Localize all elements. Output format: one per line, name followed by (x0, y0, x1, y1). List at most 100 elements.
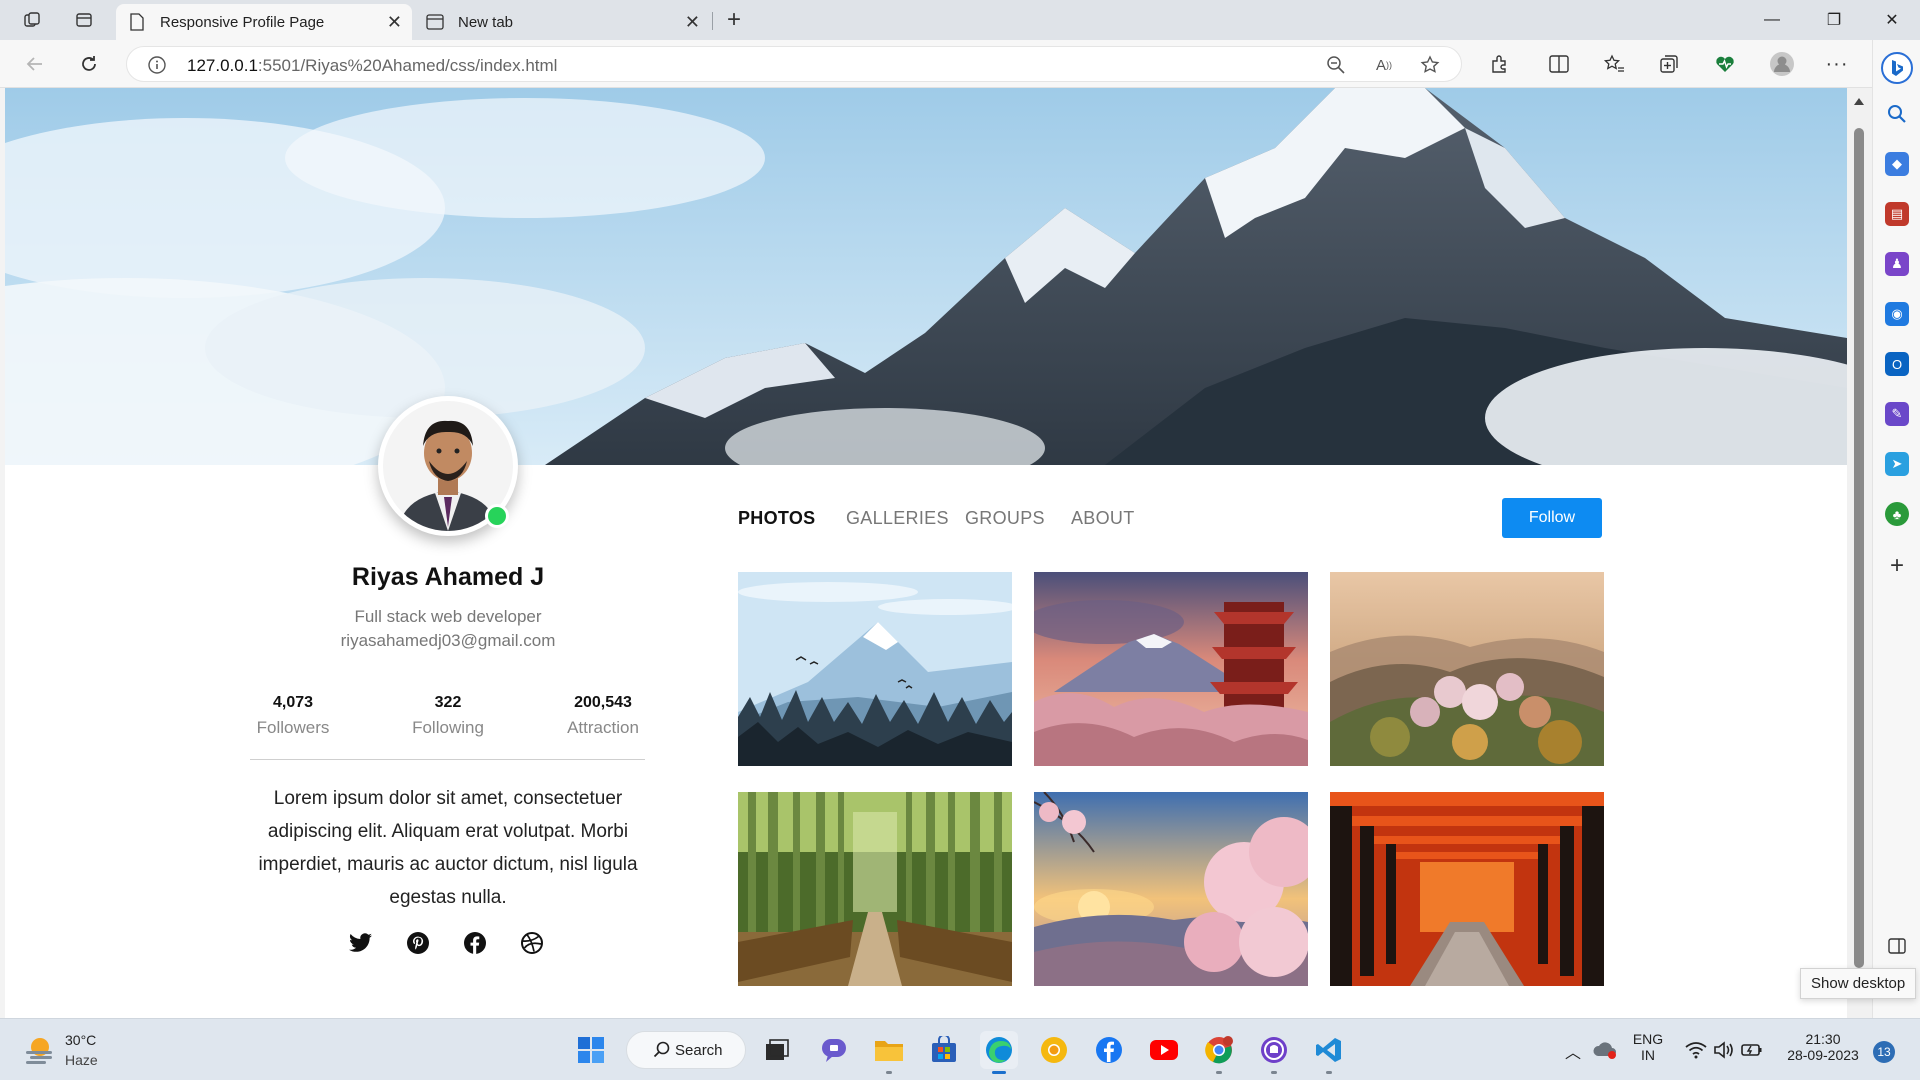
stat-attraction[interactable]: 200,543 Attraction (533, 694, 673, 738)
split-screen-icon[interactable] (1542, 48, 1576, 80)
scroll-up-arrow-icon[interactable] (1854, 98, 1864, 105)
gallery-photo-torii-tunnel[interactable] (1330, 792, 1604, 986)
weather-description[interactable]: Haze (65, 1052, 98, 1068)
gallery-photo-snowy-mountain[interactable] (738, 572, 1012, 766)
pinterest-icon[interactable] (403, 928, 433, 958)
chrome-icon[interactable] (1200, 1031, 1238, 1069)
tab-galleries[interactable]: GALLERIES (846, 508, 949, 529)
page-icon (128, 13, 146, 31)
follow-button[interactable]: Follow (1502, 498, 1602, 538)
tab-responsive-profile[interactable]: Responsive Profile Page ✕ (116, 4, 412, 40)
site-info-icon[interactable] (147, 55, 167, 75)
scroll-thumb[interactable] (1854, 128, 1864, 968)
weather-haze-icon[interactable] (22, 1033, 56, 1067)
back-arrow-icon[interactable] (18, 48, 52, 80)
show-desktop-tooltip: Show desktop (1800, 968, 1917, 999)
running-indicator (1271, 1071, 1277, 1074)
url-text[interactable]: 127.0.0.1:5501/Riyas%20Ahamed/css/index.… (187, 56, 557, 76)
microsoft-store-icon[interactable] (925, 1031, 963, 1069)
clock[interactable]: 21:30 28-09-2023 (1778, 1031, 1868, 1063)
add-sidebar-app-icon[interactable]: + (1885, 552, 1909, 579)
games-icon[interactable]: ♟ (1885, 252, 1909, 276)
github-desktop-icon[interactable] (1255, 1031, 1293, 1069)
language-code: ENG (1632, 1031, 1664, 1047)
gallery-photo-pagoda-fuji[interactable] (1034, 572, 1308, 766)
twitter-icon[interactable] (346, 928, 376, 958)
youtube-icon[interactable] (1145, 1031, 1183, 1069)
tools-icon[interactable]: ▤ (1885, 202, 1909, 226)
search-icon[interactable] (1885, 102, 1909, 126)
online-status-dot (485, 504, 509, 528)
stats-divider (250, 759, 645, 760)
new-tab-page-icon (426, 13, 444, 31)
shopping-tag-icon[interactable]: ◆ (1885, 152, 1909, 176)
gallery-photo-bamboo-path[interactable] (738, 792, 1012, 986)
notification-count-badge[interactable]: 13 (1873, 1041, 1895, 1063)
tab-about[interactable]: ABOUT (1071, 508, 1135, 529)
zoom-out-icon[interactable] (1323, 53, 1349, 77)
stat-label: Following (412, 718, 484, 737)
favorites-icon[interactable] (1597, 48, 1631, 80)
stat-value: 4,073 (272, 694, 314, 711)
hide-sidebar-icon[interactable] (1885, 934, 1909, 958)
edge-sidebar: ◆ ▤ ♟ ◉ O ✎ ➤ ♣ + (1872, 40, 1920, 1018)
stat-followers[interactable]: 4,073 Followers (223, 694, 363, 738)
teams-chat-icon[interactable] (815, 1031, 853, 1069)
profile-avatar-icon[interactable] (1765, 48, 1799, 80)
microsoft-365-icon[interactable]: ◉ (1885, 302, 1909, 326)
facebook-app-icon[interactable] (1090, 1031, 1128, 1069)
dribbble-icon[interactable] (517, 928, 547, 958)
profile-role: Full stack web developer (354, 607, 542, 626)
tab-groups[interactable]: GROUPS (965, 508, 1045, 529)
chrome-canary-icon[interactable] (1035, 1031, 1073, 1069)
battery-charging-icon[interactable] (1740, 1031, 1764, 1069)
language-indicator[interactable]: ENG IN (1630, 1031, 1666, 1063)
page-viewport: Riyas Ahamed J Full stack web developer … (5, 88, 1847, 1018)
wifi-icon[interactable] (1684, 1031, 1708, 1069)
tab-title: Responsive Profile Page (160, 13, 325, 31)
stat-value: 200,543 (574, 694, 632, 711)
search-icon (653, 1041, 671, 1063)
read-aloud-icon[interactable]: A)) (1371, 53, 1397, 77)
new-tab-plus-icon[interactable]: + (718, 6, 750, 34)
tab-new-tab[interactable]: New tab ✕ (414, 4, 710, 40)
weather-temperature[interactable]: 30°C (65, 1032, 96, 1048)
taskbar-search[interactable]: Search (626, 1031, 746, 1069)
designer-icon[interactable]: ✎ (1885, 402, 1909, 426)
show-hidden-icons-chevron-icon[interactable]: ︿ (1565, 1039, 1581, 1063)
file-explorer-icon[interactable] (870, 1031, 908, 1069)
onedrive-icon[interactable] (1590, 1031, 1620, 1069)
copilot-icon[interactable] (1881, 52, 1913, 84)
gallery-photo-cherry-blossom-sunset[interactable] (1034, 792, 1308, 986)
more-menu-icon[interactable]: ··· (1820, 48, 1854, 80)
page-scrollbar[interactable] (1847, 88, 1872, 1018)
volume-icon[interactable] (1712, 1031, 1736, 1069)
profile-avatar (378, 396, 518, 536)
edge-browser-icon[interactable] (980, 1031, 1018, 1069)
gallery-photo-blossom-valley[interactable] (1330, 572, 1604, 766)
close-tab-icon[interactable]: ✕ (685, 12, 700, 33)
outlook-icon[interactable]: O (1885, 352, 1909, 376)
windows-start-icon[interactable] (572, 1031, 610, 1069)
favorite-star-icon[interactable] (1417, 53, 1443, 77)
workspaces-icon[interactable] (16, 6, 48, 34)
maximize-icon[interactable]: ❐ (1806, 0, 1862, 40)
close-window-icon[interactable]: ✕ (1864, 0, 1920, 40)
collections-icon[interactable] (1652, 48, 1686, 80)
address-bar[interactable]: 127.0.0.1:5501/Riyas%20Ahamed/css/index.… (126, 46, 1462, 82)
running-indicator (1216, 1071, 1222, 1074)
browser-essentials-icon[interactable] (1708, 48, 1742, 80)
refresh-icon[interactable] (72, 48, 106, 80)
task-view-icon[interactable] (758, 1031, 796, 1069)
tree-icon[interactable]: ♣ (1885, 502, 1909, 526)
facebook-icon[interactable] (460, 928, 490, 958)
tab-actions-icon[interactable] (68, 6, 100, 34)
vscode-icon[interactable] (1310, 1031, 1348, 1069)
tab-photos[interactable]: PHOTOS (738, 508, 815, 529)
stat-following[interactable]: 322 Following (378, 694, 518, 738)
minimize-icon[interactable]: — (1744, 0, 1800, 40)
stat-label: Followers (256, 718, 330, 737)
send-icon[interactable]: ➤ (1885, 452, 1909, 476)
close-tab-icon[interactable]: ✕ (387, 12, 402, 33)
extensions-icon[interactable] (1482, 48, 1516, 80)
